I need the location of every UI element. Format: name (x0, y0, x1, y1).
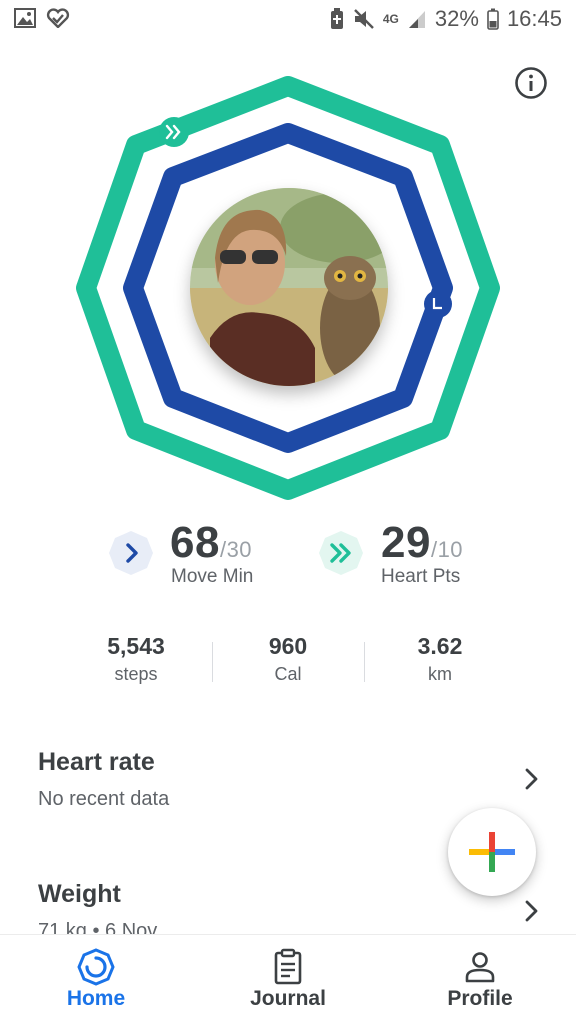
calories-stat: 960 Cal (212, 630, 364, 690)
heart-points-target: /10 (430, 537, 464, 562)
nav-home[interactable]: Home (0, 935, 192, 1024)
clock: 16:45 (506, 6, 562, 31)
steps-unit: steps (114, 664, 158, 684)
nav-profile[interactable]: Profile (384, 935, 576, 1024)
profile-icon (465, 952, 495, 983)
move-minutes-icon (109, 531, 153, 575)
heart-rate-subtitle: No recent data (38, 788, 170, 810)
heart-points-label: Heart Pts (381, 566, 461, 587)
profile-photo (190, 188, 388, 386)
heart-points-value: 29/10 (381, 518, 463, 568)
move-minutes-target: /30 (219, 537, 253, 562)
battery-percent: 32% (434, 6, 479, 31)
heart-rate-title: Heart rate (38, 748, 155, 776)
status-bar: 4G 32% 16:45 (0, 0, 576, 40)
distance-stat: 3.62 km (364, 630, 516, 690)
chevron-right-icon (525, 900, 538, 922)
network-4g-icon: 4G (383, 13, 399, 25)
signal-icon (407, 8, 427, 30)
heart-points-goal[interactable]: 29/10 Heart Pts (318, 518, 498, 594)
move-ring-marker (424, 290, 452, 318)
chevron-right-icon (525, 768, 538, 790)
bottom-navigation: Home Journal Profile (0, 934, 576, 1024)
move-minutes-goal[interactable]: 68/30 Move Min (108, 518, 288, 594)
add-activity-button[interactable] (448, 808, 536, 896)
heart-points-count: 29 (381, 518, 431, 567)
plus-icon (469, 832, 515, 872)
calories-unit: Cal (274, 664, 302, 684)
journal-icon (274, 948, 302, 985)
image-icon (14, 8, 36, 28)
move-minutes-count: 68 (170, 518, 220, 567)
mute-icon (353, 8, 375, 30)
heart-check-icon (46, 8, 70, 28)
network-label: 4G (382, 12, 399, 26)
nav-journal[interactable]: Journal (192, 935, 384, 1024)
steps-stat: 5,543 steps (60, 630, 212, 690)
nav-profile-label: Profile (447, 987, 513, 1010)
fit-home-screen: 4G 32% 16:45 68/30 Move Min 29/10 Heart … (0, 0, 576, 1024)
weight-title: Weight (38, 880, 121, 908)
move-minutes-label: Move Min (171, 566, 254, 587)
battery-icon (487, 8, 499, 30)
heart-ring-marker (159, 117, 189, 147)
battery-saver-icon (329, 8, 345, 30)
calories-value: 960 (268, 633, 308, 659)
distance-value: 3.62 (417, 633, 463, 659)
steps-value: 5,543 (107, 633, 165, 659)
distance-unit: km (428, 664, 452, 684)
heart-points-icon (319, 531, 363, 575)
home-ring-icon (77, 948, 115, 986)
nav-journal-label: Journal (250, 987, 326, 1010)
move-minutes-value: 68/30 (170, 518, 252, 568)
daily-stats: 5,543 steps 960 Cal 3.62 km (60, 630, 516, 690)
nav-home-label: Home (66, 987, 126, 1010)
